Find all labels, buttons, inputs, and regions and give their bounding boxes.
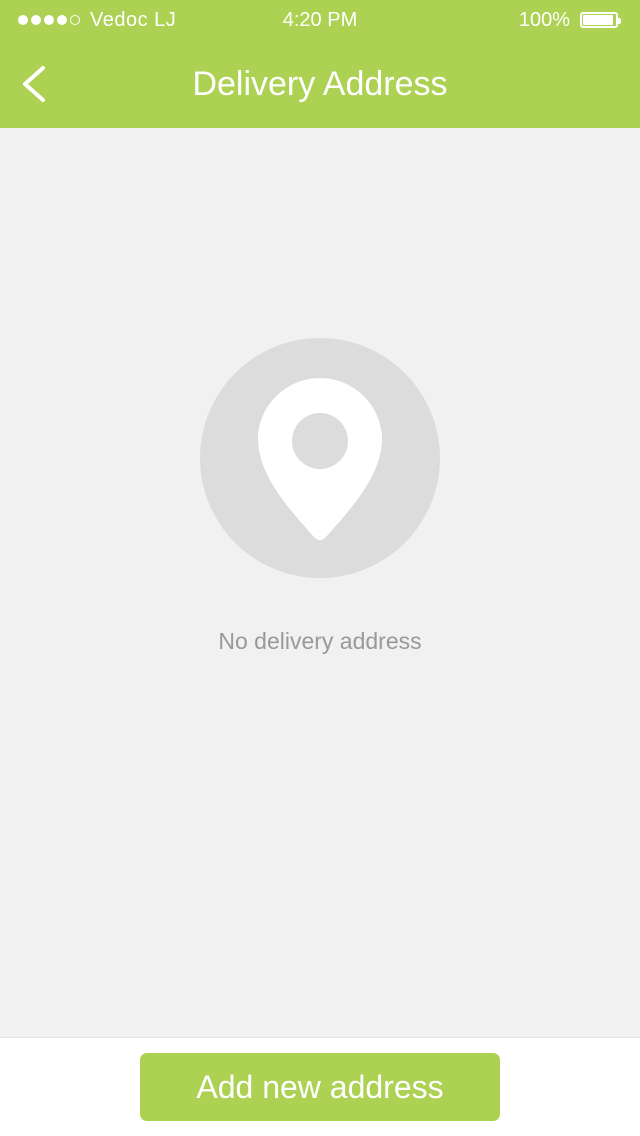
location-placeholder [200,338,440,578]
battery-fill [583,15,613,25]
location-pin-icon [258,378,382,540]
add-new-address-button[interactable]: Add new address [140,1053,500,1121]
battery-tip [618,18,621,24]
page-title: Delivery Address [192,65,448,103]
status-bar: Vedoc LJ 4:20 PM 100% [0,0,640,40]
bottom-action-bar: Add new address [0,1037,640,1136]
battery-percentage: 100% [518,9,570,31]
battery-icon [580,12,621,28]
app-header: Vedoc LJ 4:20 PM 100% Delivery Address [0,0,640,128]
battery-status: 100% [518,8,621,32]
empty-state-message: No delivery address [218,628,422,654]
empty-state: No delivery address [0,338,640,678]
